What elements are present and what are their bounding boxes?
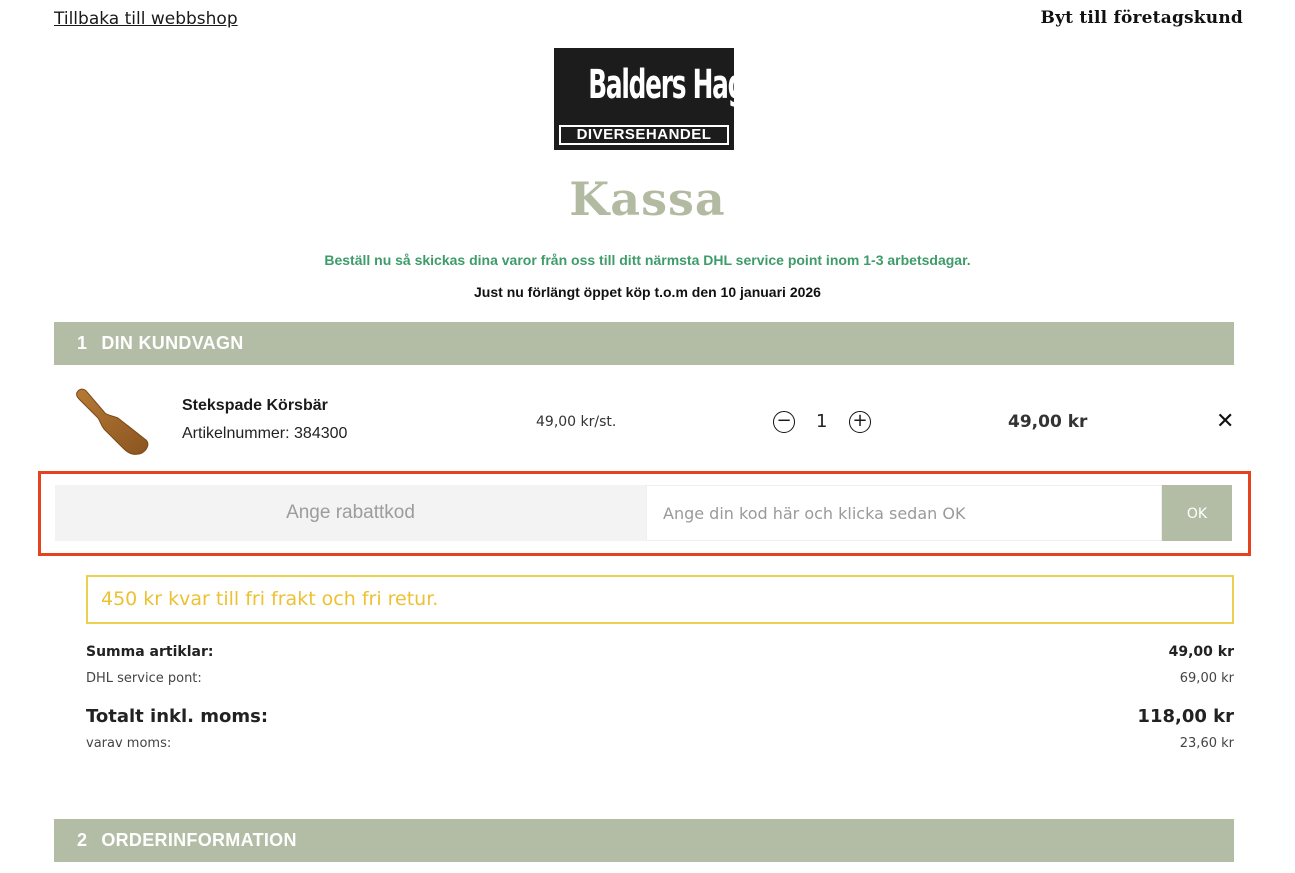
- total-value: 118,00 kr: [1137, 706, 1234, 727]
- decrease-quantity-button[interactable]: −: [773, 411, 795, 433]
- page-title: Kassa: [569, 172, 726, 226]
- items-sum-label: Summa artiklar:: [86, 644, 214, 660]
- product-sku: Artikelnummer: 384300: [182, 425, 348, 442]
- discount-code-input[interactable]: [646, 485, 1162, 541]
- logo-wordmark: Balders Hage: [588, 62, 761, 108]
- unit-price: 49,00 kr/st.: [536, 414, 617, 430]
- back-to-shop-link[interactable]: Tillbaka till webbshop: [54, 9, 238, 29]
- free-shipping-banner: 450 kr kvar till fri frakt och fri retur…: [86, 575, 1234, 624]
- product-name[interactable]: Stekspade Körsbär: [182, 397, 328, 415]
- logo-subtitle: DIVERSEHANDEL: [559, 125, 729, 145]
- increase-quantity-button[interactable]: +: [849, 411, 871, 433]
- section-number: 1: [77, 333, 88, 353]
- section-label: ORDERINFORMATION: [101, 830, 297, 850]
- total-label: Totalt inkl. moms:: [86, 706, 269, 727]
- minus-icon: −: [776, 410, 792, 431]
- section-cart-header[interactable]: 1 DIN KUNDVAGN: [54, 322, 1234, 365]
- section-order-info-header[interactable]: 2 ORDERINFORMATION: [54, 819, 1234, 862]
- product-image-spatula: [72, 385, 154, 457]
- close-icon: ✕: [1216, 409, 1235, 434]
- section-number: 2: [77, 830, 88, 850]
- shipping-label: DHL service pont:: [86, 671, 202, 686]
- switch-to-business-link[interactable]: Byt till företagskund: [1041, 8, 1244, 28]
- remove-item-button[interactable]: ✕: [1216, 409, 1234, 434]
- balders-hage-logo[interactable]: Balders Hage DIVERSEHANDEL: [554, 48, 761, 150]
- line-total: 49,00 kr: [1008, 412, 1088, 432]
- section-label: DIN KUNDVAGN: [101, 333, 244, 353]
- vat-label: varav moms:: [86, 736, 172, 751]
- apply-discount-button[interactable]: OK: [1162, 485, 1232, 541]
- plus-icon: +: [852, 410, 868, 431]
- shipping-notice: Beställ nu så skickas dina varor från os…: [324, 252, 971, 268]
- quantity-value: 1: [816, 411, 828, 432]
- vat-value: 23,60 kr: [1179, 736, 1234, 751]
- discount-code-label: Ange rabattkod: [55, 485, 646, 541]
- shipping-value: 69,00 kr: [1179, 671, 1234, 686]
- returns-notice: Just nu förlängt öppet köp t.o.m den 10 …: [474, 284, 821, 300]
- items-sum-value: 49,00 kr: [1168, 644, 1234, 660]
